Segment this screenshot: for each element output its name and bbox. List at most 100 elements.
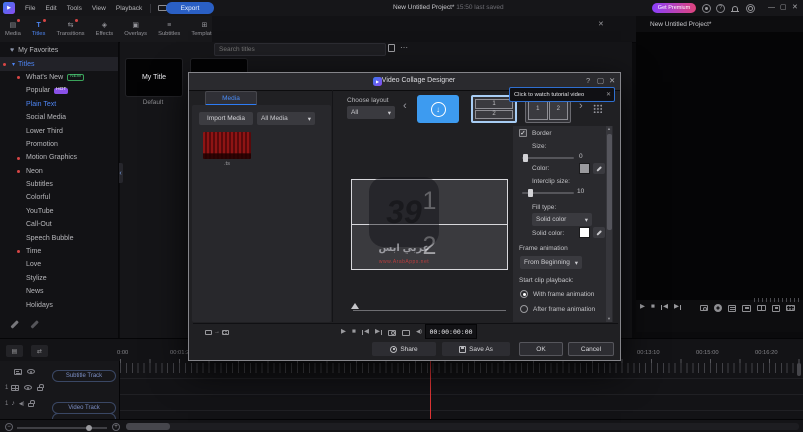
auto-ripple-icon[interactable]: ⇄ [31,345,48,357]
import-media-button[interactable]: Import Media [199,112,253,125]
text-edit-pen-icon[interactable] [10,319,19,328]
playback-settings-icon[interactable] [728,304,736,312]
menu-tools[interactable]: Tools [62,5,87,12]
size-slider-handle[interactable] [523,154,528,162]
titles-panel-close-icon[interactable]: ✕ [598,20,604,28]
stop-icon[interactable]: ■ [352,329,356,336]
ribbon-tab-subtitles[interactable]: ≡ Subtitles [158,20,180,38]
horizontal-scrollbar-thumb[interactable] [126,423,170,430]
settings-gear-icon[interactable] [746,3,755,13]
zoom-out-icon[interactable]: − [5,423,13,431]
tutorial-tooltip[interactable]: Click to watch tutorial video ✕ [509,87,615,102]
new-folder-icon[interactable] [388,44,395,54]
sidebar-item-colorful[interactable]: Colorful [0,191,118,204]
play-icon[interactable]: ▶ [341,329,346,336]
scrollbar-thumb[interactable] [606,134,612,230]
restore-button[interactable]: ▢ [780,4,787,12]
ribbon-tab-transitions[interactable]: ⇆ Transitions [56,19,85,37]
sidebar-item-lower-third[interactable]: Lower Third [0,124,118,137]
layout-grid-view-icon[interactable] [593,104,602,113]
display-mode-icon[interactable] [401,329,410,336]
save-as-button[interactable]: Save As [442,342,510,356]
sidebar-item-time[interactable]: Time [0,245,118,258]
zoom-in-icon[interactable]: + [112,423,120,431]
switch-layout-icon[interactable]: → [205,329,229,335]
draw-pen-icon[interactable] [30,319,39,328]
sidebar-item-titles[interactable]: ▾ Titles [0,57,118,71]
sidebar-item-love[interactable]: Love [0,258,118,271]
minimize-button[interactable]: — [768,4,775,12]
next-frame-icon[interactable]: ▶ [674,303,681,311]
menu-playback[interactable]: Playback [111,5,147,12]
color-wheel-icon[interactable] [714,304,722,312]
menu-file[interactable]: File [20,5,40,12]
ribbon-tab-titles[interactable]: T Titles [32,19,47,37]
sidebar-item-youtube[interactable]: YouTube [0,205,118,218]
sidebar-item-whats-new[interactable]: What's New NEW [0,71,118,84]
ok-button[interactable]: OK [519,342,563,356]
close-button[interactable]: ✕ [792,4,798,12]
sidebar-item-motion-graphics[interactable]: Motion Graphics [0,151,118,164]
horizontal-scrollbar-track[interactable] [126,423,799,430]
more-options-icon[interactable]: ⋯ [400,43,408,52]
after-frame-animation-radio[interactable] [520,305,528,313]
sidebar-item-stylize[interactable]: Stylize [0,272,118,285]
split-screen-icon[interactable] [757,305,766,311]
media-thumbnail-curtain[interactable] [203,132,251,159]
ribbon-tab-effects[interactable]: ◈ Effects [96,20,114,37]
audio-track-header[interactable]: 1 ♪ ◀) Audio Track [0,397,119,410]
color-eyedropper-icon[interactable] [593,163,605,174]
export-button[interactable]: Export [166,2,214,14]
zoom-slider-track[interactable] [17,427,107,429]
tooltip-close-icon[interactable]: ✕ [603,91,614,98]
next-frame-icon[interactable]: ▶ [375,329,382,336]
ribbon-tab-overlays[interactable]: ▣ Overlays [124,20,147,37]
scroll-up-icon[interactable]: ▲ [606,126,612,131]
preview-scrub-handle[interactable] [351,303,359,309]
border-color-swatch[interactable] [579,163,590,174]
with-frame-animation-radio[interactable] [520,290,528,298]
settings-scrollbar[interactable]: ▲ ▼ [606,126,612,322]
video-track-header[interactable]: 1 Video Track [0,381,119,414]
border-checkbox[interactable]: ✓ [519,129,527,137]
sidebar-item-neon[interactable]: Neon [0,165,118,178]
sidebar-item-speech-bubble[interactable]: Speech Bubble [0,231,118,244]
preview-scrub-track[interactable] [353,310,506,311]
scroll-down-icon[interactable]: ▼ [606,316,612,321]
fullscreen-icon[interactable] [772,304,780,312]
interclip-slider-handle[interactable] [528,189,533,197]
lock-icon[interactable] [28,400,35,408]
menu-edit[interactable]: Edit [40,5,61,12]
search-input[interactable] [214,43,386,56]
snapshot-icon[interactable] [387,329,396,336]
share-button[interactable]: Share [372,342,436,356]
layouts-scroll-right-icon[interactable]: › [579,101,583,112]
solid-color-swatch[interactable] [579,227,590,238]
media-filter-dropdown[interactable]: All Media ▾ [257,112,315,125]
fill-type-dropdown[interactable]: Solid color ▾ [532,213,592,226]
sidebar-item-call-out[interactable]: Call-Out [0,218,118,231]
sidebar-item-subtitles[interactable]: Subtitles [0,178,118,191]
speaker-icon[interactable]: ◀) [19,401,25,407]
render-preview-icon[interactable] [786,305,795,311]
dialog-media-tab[interactable]: Media [205,91,257,106]
eye-visibility-icon[interactable] [27,369,35,374]
sidebar-item-promotion[interactable]: Promotion [0,138,118,151]
sidebar-item-plain-text[interactable]: Plain Text [0,98,118,111]
solid-color-eyedropper-icon[interactable] [593,227,605,238]
previous-frame-icon[interactable]: ◀ [361,329,369,336]
dialog-close-icon[interactable]: ✕ [609,76,615,85]
sidebar-item-popular[interactable]: Popular HOT [0,84,118,97]
size-slider-track[interactable] [522,157,574,159]
snapshot-icon[interactable] [700,305,708,311]
layout-filter-dropdown[interactable]: All ▾ [347,106,395,119]
sidebar-item-news[interactable]: News [0,285,118,298]
account-icon[interactable] [702,3,711,13]
sidebar-item-holidays[interactable]: Holidays [0,298,118,311]
ribbon-tab-media[interactable]: ▤ Media [5,19,21,37]
cancel-button[interactable]: Cancel [568,342,614,356]
frame-animation-dropdown[interactable]: From Beginning ▾ [520,256,582,269]
track-name-pill[interactable]: Subtitle Track [52,369,116,382]
vertical-scrollbar-thumb[interactable] [797,363,801,376]
dialog-help-icon[interactable]: ? [586,76,590,85]
